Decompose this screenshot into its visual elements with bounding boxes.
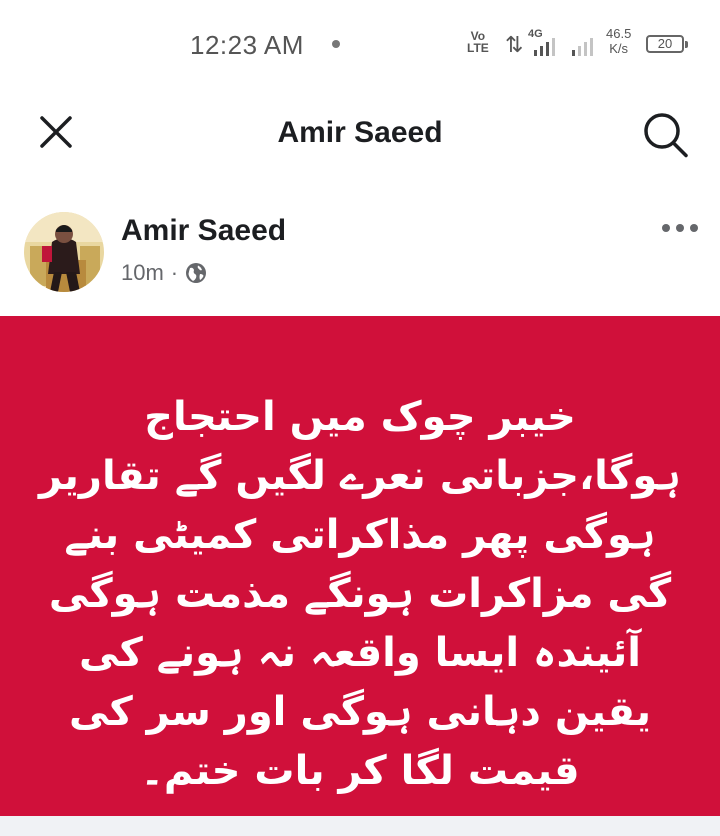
app-header: Amir Saeed [0, 90, 720, 180]
meta-separator: · [170, 260, 179, 285]
post-text: خیبر چوک میں احتجاج ہوگا،جزباتی نعرے لگی… [39, 394, 681, 794]
signal-sim2-icon [566, 30, 610, 56]
notification-dot [332, 40, 340, 48]
post-meta: 10m · [121, 260, 207, 286]
clock: 12:23 AM [190, 30, 304, 60]
status-bar: 12:23 AM Vo LTE ⇅ 4G 46.5 K/s 20 [0, 0, 720, 90]
globe-icon [186, 263, 207, 283]
divider [0, 816, 720, 836]
volte-icon: Vo LTE [467, 29, 489, 55]
battery-icon: 20 [646, 35, 688, 53]
post-author-name[interactable]: Amir Saeed [121, 214, 286, 248]
battery-level: 20 [657, 36, 673, 51]
page-title: Amir Saeed [277, 116, 443, 149]
post-timestamp[interactable]: 10m [121, 260, 164, 286]
network-speed: 46.5 K/s [606, 26, 632, 56]
data-transfer-icon: ⇅ [505, 32, 524, 57]
more-options-icon[interactable] [658, 216, 702, 240]
avatar[interactable] [24, 212, 104, 292]
search-icon[interactable] [640, 110, 690, 160]
